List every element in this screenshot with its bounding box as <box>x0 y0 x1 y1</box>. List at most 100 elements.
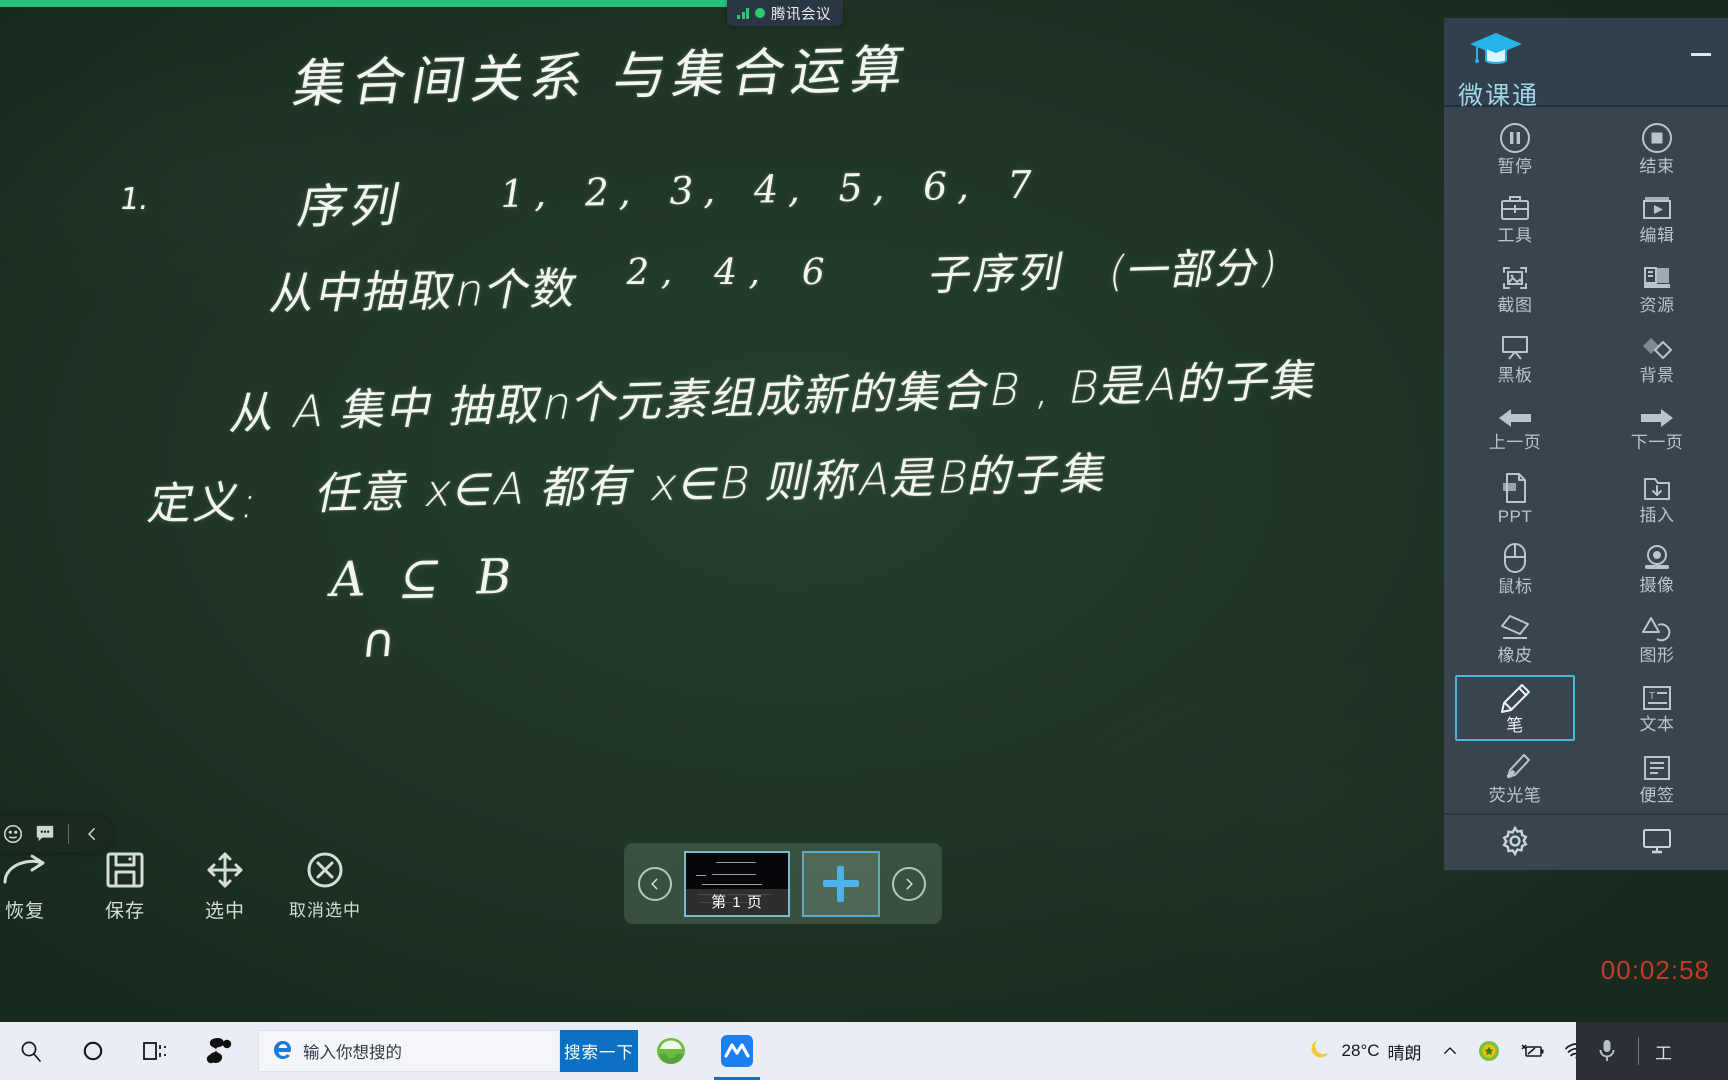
save-label: 保存 <box>104 901 145 922</box>
handwriting-line2-label: 从中抽取n个数 <box>266 263 584 320</box>
search-input[interactable]: 输入你想搜的 <box>258 1030 560 1072</box>
minimize-icon[interactable] <box>1688 44 1714 64</box>
weather-temperature: 28°C <box>1341 1041 1380 1060</box>
smiley-icon[interactable] <box>0 819 28 849</box>
weather-description: 晴朗 <box>1387 1043 1422 1063</box>
mic-floating-widget[interactable]: 工 <box>1576 1022 1728 1080</box>
tool-camera[interactable]: 摄像 <box>1586 533 1728 603</box>
tool-insert[interactable]: 插入 <box>1586 463 1728 533</box>
restore-button[interactable]: 恢复 <box>0 850 62 923</box>
settings-button[interactable] <box>1444 824 1586 861</box>
handwriting-line1-label: 序列 <box>293 178 409 235</box>
tool-highlighter[interactable]: 荧光笔 <box>1444 743 1586 813</box>
svg-text:T: T <box>1649 691 1655 702</box>
battery-unplugged-icon[interactable] <box>1510 1022 1554 1080</box>
green-status-dot <box>755 8 765 18</box>
cortana-circle-icon[interactable] <box>62 1022 124 1080</box>
tool-label: 结束 <box>1639 156 1675 176</box>
app-tool-grid[interactable]: 暂停 结束 工具 编辑 截图 资源 黑板 背景 上一页 下一页 PPT 插入 鼠… <box>1444 106 1728 813</box>
tool-prev-page[interactable]: 上一页 <box>1444 393 1586 463</box>
handwriting-definition-label: 定义: <box>143 477 264 530</box>
tool-label: 工具 <box>1497 225 1533 245</box>
tool-label: 上一页 <box>1488 432 1542 452</box>
tool-background[interactable]: 背景 <box>1586 323 1728 393</box>
search-icon[interactable] <box>0 1022 62 1080</box>
tool-blackboard[interactable]: 黑板 <box>1444 323 1586 393</box>
tool-label: 暂停 <box>1497 156 1533 176</box>
search-submit-button[interactable]: 搜索一下 <box>560 1030 638 1072</box>
tool-mouse[interactable]: 鼠标 <box>1444 533 1586 603</box>
mini-bar-divider <box>68 824 69 844</box>
tool-shapes[interactable]: 图形 <box>1586 603 1728 673</box>
floating-mini-toolbar[interactable] <box>0 815 113 853</box>
chevron-left-icon[interactable] <box>77 819 107 849</box>
tool-pause[interactable]: 暂停 <box>1444 113 1586 183</box>
app-panel-header: 微课通 <box>1444 18 1728 110</box>
tool-label: 图形 <box>1639 645 1675 665</box>
canvas-bottom-toolbar[interactable]: 恢复 保存 选中 取消选中 <box>0 850 362 923</box>
mic-widget-label: 工 <box>1655 1043 1672 1063</box>
tool-screenshot[interactable]: 截图 <box>1444 253 1586 323</box>
plus-icon <box>823 865 859 902</box>
meeting-title: 腾讯会议 <box>771 6 831 23</box>
tool-label: 编辑 <box>1639 225 1675 245</box>
handwriting-item-number: 1. <box>117 182 152 217</box>
tool-stop[interactable]: 结束 <box>1586 113 1728 183</box>
display-button[interactable] <box>1586 826 1728 859</box>
prev-page-button[interactable] <box>638 866 672 901</box>
handwriting-line3: 从 A 集中 抽取n个元素组成新的集合B , B是A的子集 <box>226 355 1324 440</box>
app-panel-title: 微课通 <box>1458 82 1540 110</box>
tool-label: 黑板 <box>1497 365 1533 385</box>
deselect-button[interactable]: 取消选中 <box>288 850 362 921</box>
weiketong-app-panel[interactable]: 微课通 暂停 结束 工具 编辑 截图 资源 黑板 背景 上一页 下一页 PPT … <box>1444 18 1728 870</box>
tool-label: 插入 <box>1639 505 1675 525</box>
add-page-button[interactable] <box>802 850 880 917</box>
tool-pen[interactable]: 笔 <box>1444 673 1586 743</box>
tool-label: 便签 <box>1639 785 1675 805</box>
search-placeholder: 输入你想搜的 <box>303 1044 402 1062</box>
green-accent-strip <box>0 0 770 7</box>
moon-icon <box>1308 1036 1334 1067</box>
handwriting-line2-values: 2, 4, 6 <box>622 252 843 293</box>
windows-taskbar[interactable]: 输入你想搜的 搜索一下 28°C 晴朗 <box>0 1022 1728 1080</box>
save-button[interactable]: 保存 <box>88 850 162 923</box>
app-panel-footer[interactable] <box>1444 812 1728 870</box>
sogou-icon[interactable] <box>186 1022 252 1080</box>
tool-text[interactable]: T 文本 <box>1586 673 1728 743</box>
restore-label: 恢复 <box>4 901 45 922</box>
handwriting-line2-paren: (一部分) <box>1104 242 1284 296</box>
microphone-icon[interactable] <box>1576 1022 1638 1080</box>
graduation-cap-icon <box>1468 30 1524 77</box>
handwriting-intersect-symbol: ∩ <box>359 612 399 668</box>
security-green-icon[interactable] <box>1468 1022 1510 1080</box>
handwriting-line2-note: 子序列 <box>924 247 1070 300</box>
internet-explorer-icon[interactable] <box>638 1022 704 1080</box>
weather-widget[interactable]: 28°C 晴朗 <box>1304 1036 1432 1067</box>
ie-small-icon <box>271 1037 295 1066</box>
chat-bubble-icon[interactable] <box>30 819 60 849</box>
tool-sticky-note[interactable]: 便签 <box>1586 743 1728 813</box>
next-page-button[interactable] <box>892 866 926 901</box>
tool-label: 摄像 <box>1639 575 1675 595</box>
meeting-app-icon[interactable] <box>704 1022 770 1080</box>
tool-ppt[interactable]: PPT <box>1444 463 1586 533</box>
tool-label: 笔 <box>1506 715 1524 735</box>
page-thumbnail-strip[interactable]: 第 1 页 <box>624 843 942 924</box>
deselect-label: 取消选中 <box>289 901 361 920</box>
chevron-up-icon[interactable] <box>1432 1022 1468 1080</box>
handwriting-line1-values: 1, 2, 3, 4, 5, 6, 7 <box>496 162 1048 216</box>
tool-toolbox[interactable]: 工具 <box>1444 183 1586 253</box>
tool-edit[interactable]: 编辑 <box>1586 183 1728 253</box>
handwriting-title: 集合间关系 与集合运算 <box>288 40 916 115</box>
select-label: 选中 <box>204 901 245 922</box>
tool-label: 文本 <box>1639 714 1675 734</box>
tool-label: 荧光笔 <box>1488 785 1542 805</box>
tool-resource[interactable]: 资源 <box>1586 253 1728 323</box>
tool-label: 截图 <box>1497 295 1533 315</box>
tencent-meeting-floating-bar[interactable]: 腾讯会议 <box>727 0 843 26</box>
page-thumbnail-1[interactable]: 第 1 页 <box>684 850 790 917</box>
tool-eraser[interactable]: 橡皮 <box>1444 603 1586 673</box>
tool-next-page[interactable]: 下一页 <box>1586 393 1728 463</box>
task-view-icon[interactable] <box>124 1022 186 1080</box>
select-button[interactable]: 选中 <box>188 850 262 923</box>
